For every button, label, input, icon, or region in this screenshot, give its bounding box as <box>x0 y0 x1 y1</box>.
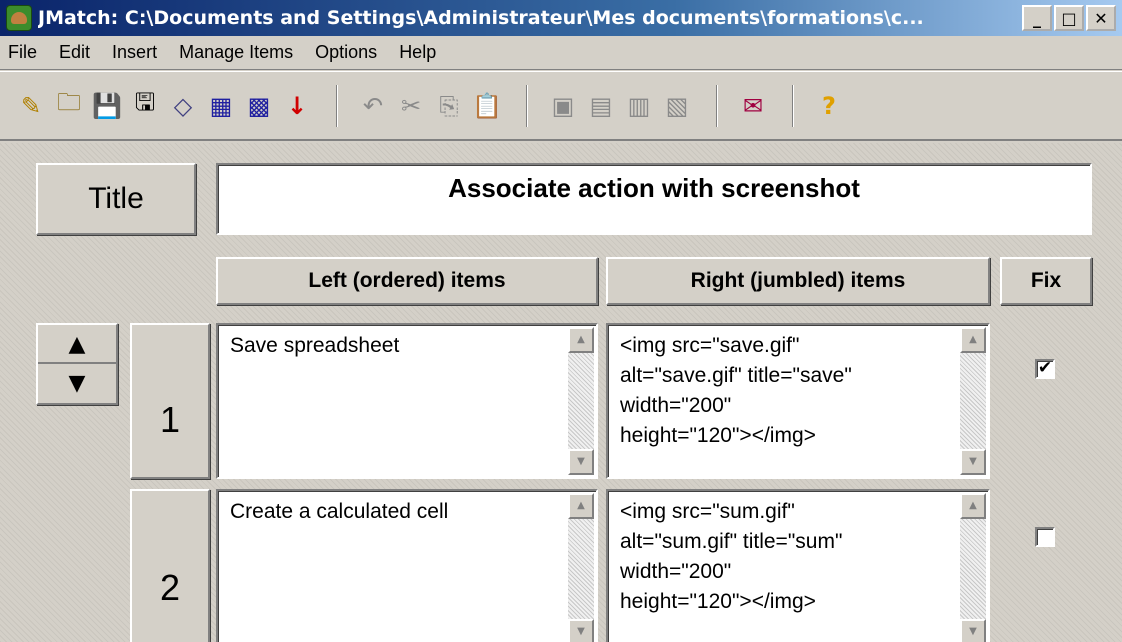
undo-icon[interactable]: ↶ <box>356 86 390 126</box>
scroll-up-icon[interactable]: ▲ <box>568 327 594 353</box>
save-as-icon[interactable]: 🖫 <box>128 86 162 126</box>
export-icon[interactable]: ↓ <box>280 86 314 126</box>
menu-bar: File Edit Insert Manage Items Options He… <box>0 36 1122 70</box>
right-item-2[interactable]: <img src="sum.gif" alt="sum.gif" title="… <box>606 489 990 642</box>
toolbar: ✎ 🗀 💾 🖫 ◇ ▦ ▩ ↓ ↶ ✂ ⎘ 📋 ▣ ▤ ▥ ▧ ✉ ? <box>0 71 1122 141</box>
scroll-up-icon[interactable]: ▲ <box>960 493 986 519</box>
move-down-button[interactable]: ▼ <box>38 364 116 402</box>
menu-manage-items[interactable]: Manage Items <box>168 42 304 63</box>
scrollbar[interactable]: ▲ ▼ <box>568 327 594 475</box>
row-number-2: 2 <box>130 489 210 642</box>
scroll-down-icon[interactable]: ▼ <box>568 449 594 475</box>
toolbar-separator <box>526 84 528 127</box>
exercise-editor: Title Associate action with screenshot L… <box>0 143 1122 642</box>
toolbar-separator <box>336 84 338 127</box>
scroll-up-icon[interactable]: ▲ <box>960 327 986 353</box>
fix-checkbox-2[interactable] <box>1035 527 1055 547</box>
title-label: Title <box>36 163 196 235</box>
minimize-button[interactable]: _ <box>1022 5 1052 31</box>
scroll-down-icon[interactable]: ▼ <box>960 449 986 475</box>
scroll-up-icon[interactable]: ▲ <box>568 493 594 519</box>
copy-icon[interactable]: ⎘ <box>432 86 466 126</box>
right-items-header: Right (jumbled) items <box>606 257 990 305</box>
eraser-icon[interactable]: ◇ <box>166 86 200 126</box>
window-title: JMatch: C:\Documents and Settings\Admini… <box>38 7 924 29</box>
web-page-icon[interactable]: ▦ <box>204 86 238 126</box>
menu-insert[interactable]: Insert <box>101 42 168 63</box>
left-item-1[interactable]: Save spreadsheet ▲ ▼ <box>216 323 598 479</box>
right-item-text: <img src="save.gif" alt="save.gif" title… <box>620 334 852 447</box>
scroll-rows-control: ▲ ▼ <box>36 323 118 405</box>
toolbar-separator <box>792 84 794 127</box>
add-text-icon[interactable]: ✉ <box>736 86 770 126</box>
options-icon[interactable]: ▧ <box>660 86 694 126</box>
cut-icon[interactable]: ✂ <box>394 86 428 126</box>
help-icon[interactable]: ? <box>812 86 846 126</box>
scrollbar[interactable]: ▲ ▼ <box>568 493 594 642</box>
scroll-down-icon[interactable]: ▼ <box>960 619 986 642</box>
web-page-alt-icon[interactable]: ▩ <box>242 86 276 126</box>
menu-file[interactable]: File <box>0 42 48 63</box>
config-icon[interactable]: ▣ <box>546 86 580 126</box>
exercise-icon[interactable]: ▤ <box>584 86 618 126</box>
title-bar[interactable]: JMatch: C:\Documents and Settings\Admini… <box>0 0 1122 36</box>
scrollbar[interactable]: ▲ ▼ <box>960 327 986 475</box>
scrollbar[interactable]: ▲ ▼ <box>960 493 986 642</box>
toolbar-separator <box>716 84 718 127</box>
left-item-text: Create a calculated cell <box>230 500 449 523</box>
jmatch-app-icon[interactable] <box>6 5 32 31</box>
save-icon[interactable]: 💾 <box>90 86 124 126</box>
right-item-1[interactable]: <img src="save.gif" alt="save.gif" title… <box>606 323 990 479</box>
advanced-icon[interactable]: ▥ <box>622 86 656 126</box>
left-item-2[interactable]: Create a calculated cell ▲ ▼ <box>216 489 598 642</box>
fix-checkbox-1[interactable]: ✔ <box>1035 359 1055 379</box>
paste-icon[interactable]: 📋 <box>470 86 504 126</box>
move-up-button[interactable]: ▲ <box>38 326 116 364</box>
open-folder-icon[interactable]: 🗀 <box>52 86 86 126</box>
menu-edit[interactable]: Edit <box>48 42 101 63</box>
menu-help[interactable]: Help <box>388 42 447 63</box>
right-item-text: <img src="sum.gif" alt="sum.gif" title="… <box>620 500 843 613</box>
left-items-header: Left (ordered) items <box>216 257 598 305</box>
close-button[interactable]: ✕ <box>1086 5 1116 31</box>
maximize-button[interactable]: □ <box>1054 5 1084 31</box>
title-input[interactable]: Associate action with screenshot <box>216 163 1092 235</box>
fix-header: Fix <box>1000 257 1092 305</box>
row-number-1: 1 <box>130 323 210 479</box>
left-item-text: Save spreadsheet <box>230 334 400 357</box>
new-file-icon[interactable]: ✎ <box>14 86 48 126</box>
menu-options[interactable]: Options <box>304 42 388 63</box>
scroll-down-icon[interactable]: ▼ <box>568 619 594 642</box>
